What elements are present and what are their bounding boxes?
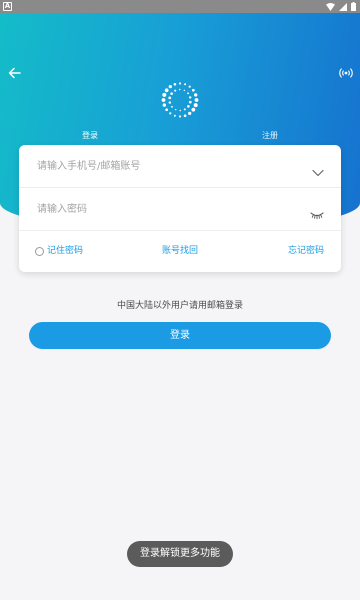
- tab-login[interactable]: 登录: [0, 130, 180, 148]
- logo-dot: [184, 83, 187, 86]
- eye-closed-icon[interactable]: [310, 205, 324, 220]
- logo-dot: [188, 100, 192, 104]
- logo-dot: [168, 96, 172, 100]
- logo-dot: [194, 93, 198, 97]
- logo-dot: [178, 88, 181, 91]
- account-recover-link[interactable]: 账号找回: [150, 245, 210, 258]
- tab-register[interactable]: 注册: [180, 130, 360, 142]
- logo-dot: [188, 111, 192, 115]
- logo-dot: [178, 115, 182, 118]
- status-bar: A: [0, 0, 360, 13]
- logo-dot: [173, 114, 176, 117]
- logo-dot: [187, 105, 190, 108]
- logo-dot: [183, 108, 186, 111]
- logo-icon: [160, 80, 200, 120]
- account-row: [19, 145, 341, 187]
- forgot-password-link[interactable]: 忘记密码: [288, 245, 324, 258]
- logo-dot: [179, 109, 182, 112]
- logo-dot: [193, 103, 198, 108]
- logo-dot: [187, 92, 189, 95]
- logo-dot: [170, 92, 173, 95]
- logo-dot: [188, 85, 191, 88]
- logo-dot: [194, 98, 199, 102]
- logo-dot: [168, 85, 172, 89]
- options-row: 记住密码 账号找回 忘记密码: [19, 231, 341, 272]
- logo-dot: [162, 103, 166, 107]
- auth-tabs: 登录 注册: [0, 130, 360, 148]
- logo-dot: [174, 89, 177, 92]
- logo-dot: [178, 82, 182, 85]
- broadcast-icon[interactable]: [339, 64, 353, 78]
- toast-message: 登录解锁更多功能: [127, 541, 233, 567]
- login-button[interactable]: 登录: [29, 322, 331, 349]
- chevron-down-icon[interactable]: [312, 162, 324, 177]
- remember-password-option[interactable]: 记住密码: [35, 245, 83, 258]
- logo-dot: [183, 114, 187, 118]
- logo-dot: [174, 108, 177, 111]
- logo-dot: [168, 101, 172, 104]
- logo-dot: [183, 89, 186, 92]
- logo-dot: [169, 112, 172, 115]
- password-row: [19, 188, 341, 230]
- password-input[interactable]: [37, 199, 287, 219]
- logo-dot: [165, 108, 169, 112]
- logo-dot: [191, 107, 196, 112]
- logo-dot: [173, 82, 177, 86]
- logo-dot: [191, 88, 195, 92]
- logo-dot: [171, 105, 173, 108]
- remember-label: 记住密码: [47, 246, 84, 256]
- wifi-icon: [326, 2, 335, 11]
- notification-icon: A: [3, 2, 12, 11]
- logo-dot: [161, 98, 166, 102]
- account-input[interactable]: [37, 156, 287, 176]
- logo-dot: [188, 96, 192, 99]
- overseas-notice: 中国大陆以外用户请用邮箱登录: [116, 301, 243, 311]
- logo-dot: [162, 92, 167, 97]
- remember-radio[interactable]: [35, 247, 44, 256]
- status-icons: [326, 2, 356, 11]
- back-arrow-icon[interactable]: [8, 64, 21, 79]
- login-card: 记住密码 账号找回 忘记密码: [19, 145, 341, 272]
- signal-icon: [339, 2, 347, 11]
- battery-icon: [351, 2, 356, 11]
- logo-dot: [164, 88, 169, 93]
